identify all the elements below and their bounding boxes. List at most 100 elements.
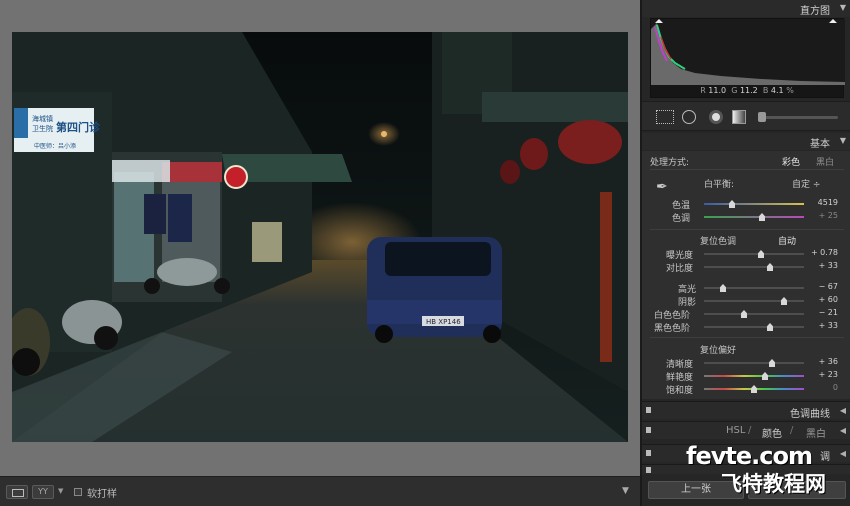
hsl-header[interactable]: HSL / 颜色 / 黑白 ◀ [642, 421, 850, 440]
tone-curve-header[interactable]: 色调曲线 ◀ [642, 401, 850, 420]
tint-thumb[interactable] [759, 213, 765, 221]
treatment-bw-option[interactable]: 黑白 [816, 155, 834, 168]
shadows-label: 阴影 [678, 298, 697, 308]
softproof-checkbox[interactable] [74, 488, 82, 496]
spot-removal-icon[interactable] [682, 110, 696, 124]
before-after-button[interactable]: YY [32, 485, 54, 499]
chevron-down-icon[interactable]: ▼ [58, 487, 63, 495]
contrast-slider[interactable] [704, 263, 804, 271]
histogram-header[interactable]: 直方图 ▼ [642, 0, 850, 17]
highlights-thumb[interactable] [720, 284, 726, 292]
treatment-color-option[interactable]: 彩色 [782, 155, 800, 168]
basic-title: 基本 [810, 139, 830, 150]
expand-triangle-icon[interactable]: ◀ [840, 426, 846, 435]
tab-bw[interactable]: 黑白 [806, 425, 826, 440]
reset-tone-label[interactable]: 复位色调 [700, 234, 736, 247]
clarity-label: 清晰度 [666, 360, 694, 370]
watermark-line1: fevte.com [686, 442, 813, 470]
expand-triangle-icon[interactable]: ◀ [840, 406, 846, 415]
highlights-slider[interactable] [704, 284, 804, 292]
watermark-line2: 飞特教程网 [721, 472, 826, 496]
panel-switch-icon[interactable] [646, 467, 651, 473]
vibrance-label: 鲜艳度 [666, 373, 694, 383]
crop-icon[interactable] [656, 110, 674, 124]
exposure-thumb[interactable] [758, 250, 764, 258]
whites-value[interactable]: − 21 [802, 308, 838, 317]
tab-hsl[interactable]: HSL [726, 425, 745, 436]
basic-header[interactable]: 基本 ▼ [642, 133, 850, 150]
street-photo[interactable]: 海城镇 卫生院 第四门诊 中医师：吕小添 HB XP146 [12, 32, 628, 442]
basic-panel: 处理方式: 彩色 黑白 ✒ 白平衡: 自定 ÷ 色温 4519 色调 + 25 … [642, 151, 850, 399]
whites-thumb[interactable] [741, 310, 747, 318]
whites-slider[interactable] [704, 310, 804, 318]
temp-slider[interactable] [704, 200, 804, 208]
panel-switch-icon[interactable] [646, 427, 651, 433]
auto-tone-button[interactable]: 自动 [778, 234, 796, 247]
exposure-value[interactable]: + 0.78 [802, 248, 838, 257]
develop-panel: 直方图 ▼ R 11.0 G 11.2 B 4.1 % 基本 ▼ 处理方式: 彩… [640, 0, 850, 506]
reset-presence-label[interactable]: 复位偏好 [700, 343, 736, 356]
shadows-value[interactable]: + 60 [802, 295, 838, 304]
license-plate: HB XP146 [426, 318, 461, 326]
highlights-label: 高光 [678, 285, 697, 295]
tint-value[interactable]: + 25 [802, 211, 838, 220]
saturation-thumb[interactable] [751, 385, 757, 393]
tone-curve-title: 色调曲线 [790, 409, 830, 420]
g-label: G [731, 86, 738, 95]
blacks-slider[interactable] [704, 323, 804, 331]
exposure-slider[interactable] [704, 250, 804, 258]
toolbar-menu-icon[interactable]: ▼ [622, 486, 629, 496]
temp-thumb[interactable] [729, 200, 735, 208]
tint-label: 色调 [672, 214, 691, 224]
r-label: R [700, 86, 706, 95]
vibrance-thumb[interactable] [762, 372, 768, 380]
blacks-thumb[interactable] [767, 323, 773, 331]
sign-sub: 中医师：吕小添 [34, 142, 76, 150]
collapse-triangle-icon[interactable]: ▼ [840, 136, 846, 145]
divider [650, 337, 844, 338]
sign-big: 第四门诊 [56, 120, 101, 134]
vibrance-slider[interactable] [704, 372, 804, 380]
g-value: 11.2 [739, 86, 758, 95]
tab-color[interactable]: 颜色 [762, 425, 782, 440]
redeye-icon[interactable] [709, 110, 723, 124]
histogram-title: 直方图 [800, 6, 830, 17]
watermark-logo: fevte.com 飞特教程网 [686, 442, 846, 496]
wb-eyedropper-icon[interactable]: ✒ [656, 179, 674, 197]
saturation-value[interactable]: 0 [802, 383, 838, 392]
clarity-value[interactable]: + 36 [802, 357, 838, 366]
saturation-slider[interactable] [704, 385, 804, 393]
clarity-thumb[interactable] [769, 359, 775, 367]
shadows-thumb[interactable] [781, 297, 787, 305]
adjustment-brush-knob[interactable] [758, 112, 766, 122]
percent-unit: % [786, 86, 794, 95]
histogram-svg [651, 19, 845, 85]
tool-strip [642, 101, 850, 131]
saturation-label: 饱和度 [666, 386, 694, 396]
panel-switch-icon[interactable] [646, 450, 651, 456]
wb-preset-select[interactable]: 自定 ÷ [792, 177, 820, 190]
b-label: B [762, 86, 769, 95]
collapse-triangle-icon[interactable]: ▼ [840, 3, 846, 12]
contrast-thumb[interactable] [767, 263, 773, 271]
whites-label: 白色色阶 [654, 311, 691, 321]
clarity-slider[interactable] [704, 359, 804, 367]
contrast-label: 对比度 [666, 264, 694, 274]
panel-switch-icon[interactable] [646, 407, 651, 413]
wb-label: 白平衡: [704, 180, 735, 190]
blacks-value[interactable]: + 33 [802, 321, 838, 330]
shadows-slider[interactable] [704, 297, 804, 305]
temp-value[interactable]: 4519 [802, 198, 838, 207]
adjustment-brush-slider[interactable] [760, 116, 838, 119]
divider [650, 169, 844, 170]
b-value: 4.1 [770, 86, 784, 95]
tint-slider[interactable] [704, 213, 804, 221]
loupe-view-button[interactable] [6, 485, 28, 499]
vibrance-value[interactable]: + 23 [802, 370, 838, 379]
blacks-label: 黑色色阶 [654, 324, 691, 334]
temp-label: 色温 [672, 201, 691, 211]
contrast-value[interactable]: + 33 [802, 261, 838, 270]
highlights-value[interactable]: − 67 [802, 282, 838, 291]
exposure-label: 曝光度 [666, 251, 694, 261]
graduated-filter-icon[interactable] [732, 110, 746, 124]
